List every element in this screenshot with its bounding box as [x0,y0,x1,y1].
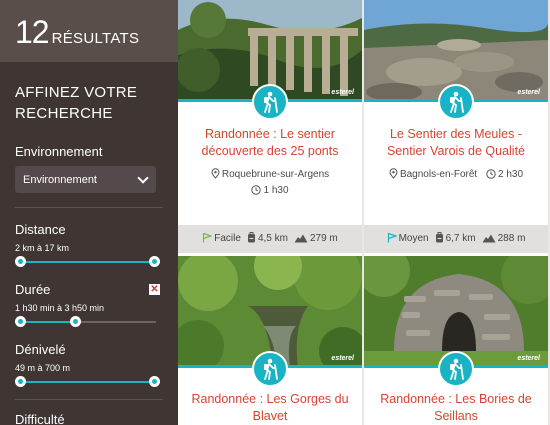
card-meta: Bagnols-en-Forêt 2 h30 [364,168,548,184]
photo-watermark: esterel [331,89,354,96]
duree-filter: Durée ✕ 1 h30 min à 3 h50 min [15,282,160,329]
slider-fill [20,261,155,263]
result-card[interactable]: esterel Randonnée : Les Gorges du Blavet [178,256,362,425]
distance-slider[interactable] [15,255,160,269]
backpack-icon [247,232,256,246]
photo-watermark: esterel [517,89,540,96]
photo-watermark: esterel [331,355,354,362]
backpack-icon [435,232,444,246]
flag-icon [202,232,214,246]
result-card[interactable]: esterel Randonnée : Le sentier découvert… [178,0,362,256]
clock-icon [251,185,262,200]
result-card[interactable]: esterel Le Sentier des Meules - Sentier … [364,0,548,256]
card-title[interactable]: Le Sentier des Meules - Sentier Varois d… [372,126,540,160]
hiker-icon [438,84,474,120]
denivele-title: Dénivelé [15,342,66,357]
flag-icon [387,232,398,246]
denivele-slider[interactable] [15,375,160,389]
card-difficulty: Facile [214,233,241,244]
slider-max-handle[interactable] [149,256,160,267]
slider-max-handle[interactable] [69,316,81,327]
photo-watermark: esterel [517,355,540,362]
clock-icon [486,169,496,184]
map-pin-icon [389,168,398,184]
environment-select[interactable]: Environnement [15,166,156,193]
chevron-down-icon [137,171,149,184]
card-title-line2: Seillans [434,409,478,423]
denivele-filter: Dénivelé 49 m à 700 m [15,342,160,389]
distance-title: Distance [15,222,66,237]
card-title-line2: Sentier Varois de Qualité [386,144,526,158]
slider-min-handle[interactable] [15,376,26,387]
card-duration: 2 h30 [498,169,524,180]
slider-max-handle[interactable] [149,376,160,387]
card-title-line1: Randonnée : Les Bories de [380,392,532,406]
results-count: 12 [15,14,50,50]
result-card[interactable]: esterel Randonnée : Les Bories de Seilla… [364,256,548,425]
duree-title: Durée [15,282,51,297]
refine-heading-line1: AFFINEZ VOTRE [15,84,138,101]
card-title-line1: Randonnée : Les Gorges du [191,392,349,406]
card-title-line2: découverte des 25 ponts [201,144,339,158]
environment-select-value: Environnement [23,173,97,186]
card-difficulty: Moyen [398,233,429,244]
slider-fill [20,321,76,323]
slider-min-handle[interactable] [15,316,26,327]
card-title-line1: Randonnée : Le sentier [205,127,335,141]
filter-sidebar: 12 RÉSULTATS AFFINEZ VOTRE RECHERCHE Env… [0,0,178,425]
difficulte-filter: Difficulté [15,412,160,425]
card-location: Bagnols-en-Forêt [399,169,478,180]
denivele-range: 49 m à 700 m [15,363,71,373]
results-label: RÉSULTATS [51,30,140,47]
divider [15,207,163,208]
divider [15,399,163,400]
hiker-icon [252,84,288,120]
card-stats: Moyen 6,7 km 288 m [364,225,548,253]
hiker-icon [438,351,474,387]
elevation-icon [294,233,308,246]
duree-range: 1 h30 min à 3 h50 min [15,303,105,313]
slider-min-handle[interactable] [15,256,26,267]
refine-heading-line2: RECHERCHE [15,105,113,122]
card-title-line1: Le Sentier des Meules - [389,127,522,141]
card-elevation: 288 m [497,232,526,244]
duree-slider[interactable] [15,315,160,329]
card-distance: 4,5 km [257,233,288,244]
card-title[interactable]: Randonnée : Le sentier découverte des 25… [186,126,354,160]
results-grid: esterel Randonnée : Le sentier découvert… [178,0,550,425]
refine-heading: AFFINEZ VOTRE RECHERCHE [0,62,178,124]
hiker-icon [252,351,288,387]
distance-range: 2 km à 17 km [15,243,70,253]
environment-title: Environnement [15,144,103,159]
card-title[interactable]: Randonnée : Les Bories de Seillans [372,391,540,425]
card-title-line2: Blavet [252,409,288,423]
card-distance: 6,7 km [445,233,476,244]
card-title[interactable]: Randonnée : Les Gorges du Blavet [186,391,354,425]
slider-fill [20,381,155,383]
distance-filter: Distance 2 km à 17 km [15,222,160,269]
card-elevation: 279 m [309,232,338,244]
difficulte-title: Difficulté [15,412,65,425]
card-duration: 1 h30 [263,185,289,196]
card-location: Roquebrune-sur-Argens [221,169,330,180]
map-pin-icon [211,168,220,184]
close-icon[interactable]: ✕ [149,284,160,295]
card-stats: Facile 4,5 km 279 m [178,225,362,253]
results-header: 12 RÉSULTATS [0,0,178,62]
elevation-icon [482,233,496,246]
card-meta: Roquebrune-sur-Argens 1 h30 [178,168,362,200]
